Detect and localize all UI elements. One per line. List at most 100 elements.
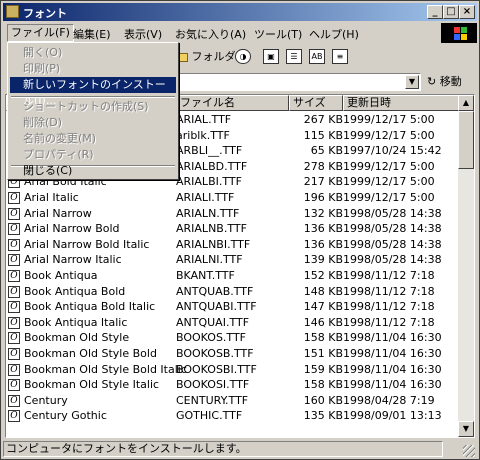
modified-date-cell: 1998/11/12 7:18 — [343, 269, 435, 282]
column-header-size[interactable]: サイズ — [289, 95, 343, 111]
go-button[interactable]: ↻ 移動 — [427, 73, 475, 91]
file-size-cell: 65 KB — [310, 144, 343, 158]
status-text: コンピュータにフォントをインストールします。 — [3, 441, 443, 457]
table-row[interactable]: O Book Antiqua Bold Italic ANTQUABI.TTF 147… — [6, 299, 461, 315]
details-view-button[interactable]: ≡ — [332, 49, 348, 64]
file-name-cell: BOOKOSBI.TTF — [176, 362, 257, 376]
table-row[interactable]: O Arial Narrow Italic ARIALNI.TTF 139 KB 199… — [6, 252, 461, 268]
status-bar: コンピュータにフォントをインストールします。 — [3, 441, 477, 459]
folders-button[interactable]: フォルダ — [177, 48, 236, 66]
table-row[interactable]: O Book Antiqua Italic ANTQUAI.TTF 146 KB 199… — [6, 315, 461, 331]
vertical-scrollbar[interactable]: ▲ ▼ — [458, 95, 474, 437]
file-size-cell: 136 KB — [303, 237, 343, 251]
file-name-cell: BKANT.TTF — [176, 269, 235, 282]
modified-date-cell: 1998/11/04 16:30 — [343, 347, 442, 360]
truetype-font-icon: O — [8, 363, 20, 376]
file-size-cell: 158 KB — [303, 378, 343, 392]
table-row[interactable]: O Bookman Old Style Italic BOOKOSI.TTF 158 … — [6, 377, 461, 393]
table-row[interactable]: O Arial Narrow ARIALN.TTF 132 KB 1998/05/28 … — [6, 206, 461, 222]
modified-date-cell: 1998/05/28 14:38 — [343, 237, 442, 251]
explorer-window: フォント _ □ × ファイル(F) 編集(E) 表示(V) お気に入り(A) … — [0, 0, 480, 460]
file-name-cell: ARIALI.TTF — [176, 191, 235, 204]
modified-date-cell: 1998/11/04 16:30 — [343, 331, 442, 345]
font-name-cell: Bookman Old Style Italic — [24, 378, 160, 392]
history-icon[interactable]: ◑ — [235, 49, 251, 64]
modified-date-cell: 1999/12/17 5:00 — [343, 191, 435, 204]
file-name-cell: BOOKOS.TTF — [176, 331, 246, 345]
font-name-cell: Arial Narrow — [24, 206, 92, 220]
resize-grip[interactable] — [463, 445, 475, 457]
font-name-cell: Bookman Old Style — [24, 331, 130, 345]
menu-edit[interactable]: 編集(E) — [73, 26, 111, 42]
modified-date-cell: 1999/12/17 5:00 — [343, 128, 435, 142]
scroll-down-button[interactable]: ▼ — [458, 421, 474, 437]
menu-item-create-shortcut[interactable]: ショートカットの作成(S) — [10, 99, 176, 115]
fonts-folder-icon — [6, 5, 19, 18]
minimize-button[interactable]: _ — [427, 5, 443, 19]
file-size-cell: 217 KB — [303, 175, 343, 189]
table-row[interactable]: O Bookman Old Style BOOKOS.TTF 158 KB 1998/1… — [6, 330, 461, 346]
font-name-cell: Arial Narrow Bold Italic — [24, 237, 150, 251]
large-icons-view-button[interactable]: ▣ — [263, 49, 279, 64]
menu-item-print[interactable]: 印刷(P) — [10, 61, 176, 77]
truetype-font-icon: O — [8, 223, 20, 236]
menu-item-install-new-font[interactable]: 新しいフォントのインストール(I)... — [10, 77, 176, 107]
menu-file[interactable]: ファイル(F) — [7, 24, 74, 42]
table-row[interactable]: O Century CENTURY.TTF 160 KB 1998/04/28 7:19 — [6, 393, 461, 409]
menu-help[interactable]: ヘルプ(H) — [309, 26, 359, 42]
title-bar[interactable]: フォント _ □ × — [3, 3, 477, 21]
truetype-font-icon: O — [8, 410, 20, 423]
table-row[interactable]: O Arial Narrow Bold Italic ARIALNBI.TTF 136… — [6, 237, 461, 253]
modified-date-cell: 1998/09/01 13:13 — [343, 409, 442, 423]
menu-item-rename[interactable]: 名前の変更(M) — [10, 131, 176, 147]
windows-logo-icon — [441, 23, 477, 43]
scroll-thumb[interactable] — [458, 111, 474, 169]
file-size-cell: 267 KB — [303, 113, 343, 126]
table-row[interactable]: O Century Gothic GOTHIC.TTF 135 KB 1998/09/0… — [6, 408, 461, 424]
address-field[interactable]: ▼ — [173, 73, 421, 91]
font-name-cell: Bookman Old Style Bold Italic — [24, 362, 187, 376]
file-size-cell: 139 KB — [303, 253, 343, 267]
table-row[interactable]: O Book Antiqua Bold ANTQUAB.TTF 148 KB 1998/… — [6, 284, 461, 300]
modified-date-cell: 1998/04/28 7:19 — [343, 393, 435, 407]
menu-tools[interactable]: ツール(T) — [254, 26, 302, 42]
modified-date-cell: 1999/12/17 5:00 — [343, 113, 435, 126]
menu-view[interactable]: 表示(V) — [124, 26, 162, 42]
chevron-down-icon[interactable]: ▼ — [405, 75, 419, 89]
list-view-button[interactable]: ☰ — [286, 49, 302, 64]
truetype-font-icon: O — [8, 348, 20, 360]
file-size-cell: 160 KB — [303, 393, 343, 407]
scroll-up-button[interactable]: ▲ — [458, 95, 474, 111]
file-name-cell: ARIALNBI.TTF — [176, 237, 251, 251]
file-size-cell: 152 KB — [303, 269, 343, 282]
truetype-font-icon: O — [8, 379, 20, 392]
table-row[interactable]: O Bookman Old Style Bold Italic BOOKOSBI.T… — [6, 362, 461, 378]
menu-favorites[interactable]: お気に入り(A) — [175, 26, 246, 42]
file-name-cell: ANTQUAB.TTF — [176, 284, 254, 298]
maximize-button[interactable]: □ — [443, 5, 459, 19]
table-row[interactable]: O Arial Narrow Bold ARIALNB.TTF 136 KB 1998/… — [6, 221, 461, 237]
menu-item-open[interactable]: 開く(O) — [10, 45, 176, 61]
table-row[interactable]: O Book Antiqua BKANT.TTF 152 KB 1998/11/12 7… — [6, 268, 461, 284]
close-button[interactable]: × — [459, 5, 475, 19]
font-name-cell: Arial Italic — [24, 191, 79, 204]
modified-date-cell: 1998/11/12 7:18 — [343, 315, 435, 329]
menu-item-properties[interactable]: プロパティ(R) — [10, 147, 176, 163]
file-size-cell: 278 KB — [303, 159, 343, 173]
font-name-cell: Century Gothic — [24, 409, 107, 423]
similarity-view-button[interactable]: AB — [309, 49, 325, 64]
font-name-cell: Bookman Old Style Bold — [24, 347, 157, 360]
menu-item-close[interactable]: 閉じる(C) — [10, 163, 176, 179]
truetype-font-icon: O — [8, 394, 20, 407]
menu-item-delete[interactable]: 削除(D) — [10, 115, 176, 131]
column-header-file[interactable]: ファイル名 — [176, 95, 289, 111]
column-header-date[interactable]: 更新日時 — [343, 95, 461, 111]
font-name-cell: Arial Narrow Bold — [24, 222, 120, 236]
modified-date-cell: 1998/11/04 16:30 — [343, 378, 442, 392]
file-size-cell: 132 KB — [303, 206, 343, 220]
table-row[interactable]: O Arial Italic ARIALI.TTF 196 KB 1999/12/17 … — [6, 190, 461, 206]
menu-separator — [11, 96, 175, 98]
go-arrow-icon: ↻ — [427, 75, 437, 88]
truetype-font-icon: O — [8, 207, 20, 220]
table-row[interactable]: O Bookman Old Style Bold BOOKOSB.TTF 151 KB… — [6, 346, 461, 362]
